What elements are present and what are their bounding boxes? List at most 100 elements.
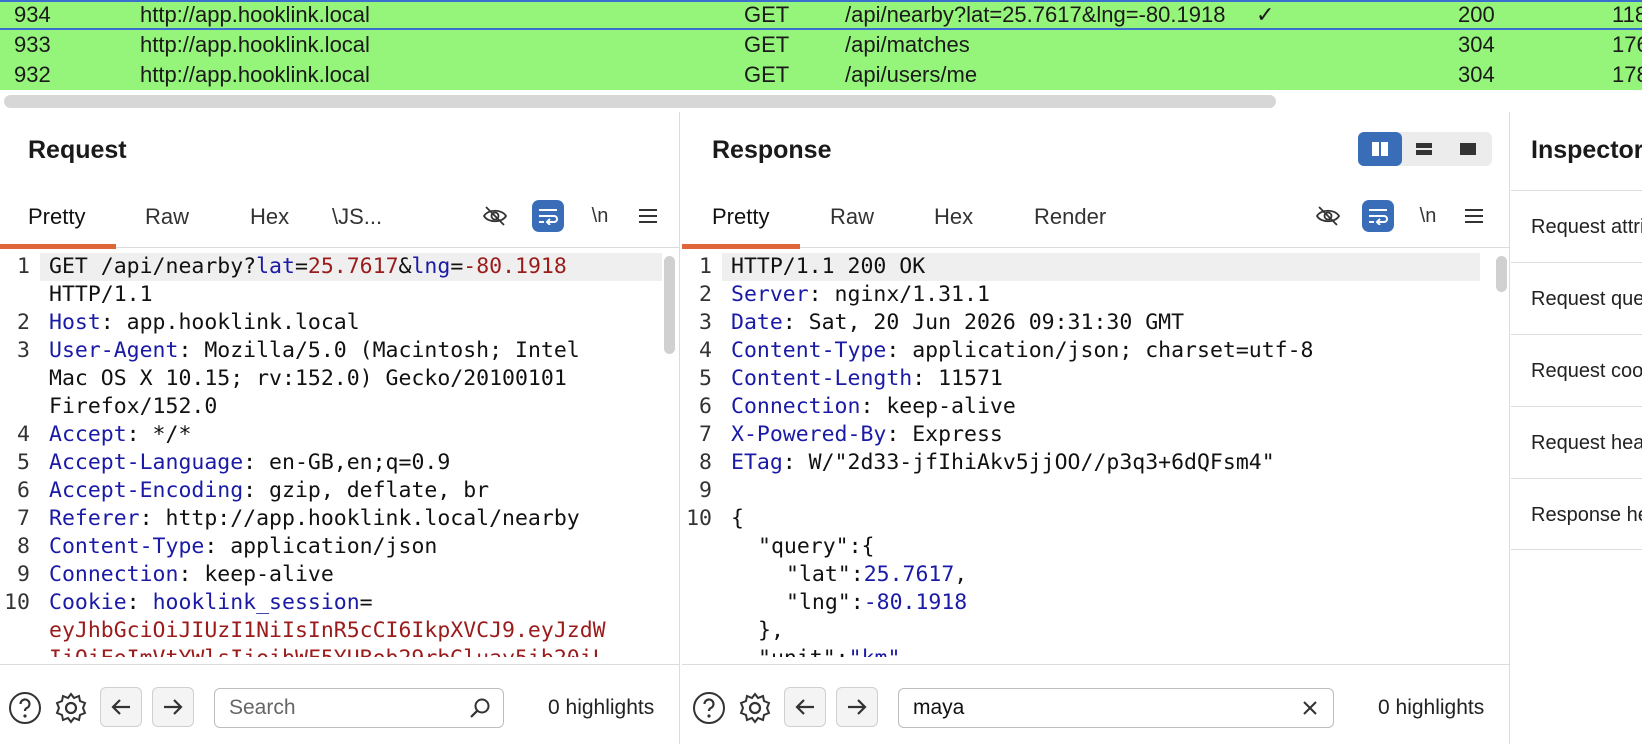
tab-raw[interactable]: Raw xyxy=(830,204,874,230)
highlights-count: 0 highlights xyxy=(548,696,655,719)
request-search-bar: 0 highlights xyxy=(0,664,679,744)
header-line: Server: nginx/1.31.1 xyxy=(731,282,990,307)
row-length: 176 xyxy=(1612,32,1642,57)
previous-match-button[interactable] xyxy=(100,687,142,727)
tab-pretty[interactable]: Pretty xyxy=(28,204,85,230)
header-line: Content-Length: 11571 xyxy=(731,366,1003,391)
row-length: 118 xyxy=(1612,2,1642,27)
json-line: }, xyxy=(758,618,784,643)
split-columns-icon[interactable] xyxy=(1358,132,1402,166)
highlights-count: 0 highlights xyxy=(1378,696,1485,719)
hide-nonprintable-icon[interactable] xyxy=(1312,200,1344,232)
request-line: GET /api/nearby?lat=25.7617&lng=-80.1918 xyxy=(49,254,567,279)
tab-raw[interactable]: Raw xyxy=(145,204,189,230)
menu-icon[interactable] xyxy=(1458,200,1490,232)
history-row-932[interactable]: 932 http://app.hooklink.local GET /api/u… xyxy=(0,60,1642,90)
newline-toggle[interactable]: \n xyxy=(584,200,616,232)
search-icon[interactable] xyxy=(469,697,491,719)
settings-gear-icon[interactable] xyxy=(54,691,88,725)
history-table: 934 http://app.hooklink.local GET /api/n… xyxy=(0,0,1642,112)
history-row-934[interactable]: 934 http://app.hooklink.local GET /api/n… xyxy=(0,0,1642,30)
request-title: Request xyxy=(28,136,127,164)
request-vertical-scrollbar[interactable] xyxy=(664,256,675,354)
header-line: X-Powered-By: Express xyxy=(731,422,1003,447)
next-match-button[interactable] xyxy=(152,687,194,727)
help-icon[interactable] xyxy=(692,691,726,725)
tab-render[interactable]: Render xyxy=(1034,204,1106,230)
response-title: Response xyxy=(712,136,832,164)
header-line: Accept-Language: en-GB,en;q=0.9 xyxy=(49,450,451,475)
line-number: 6 xyxy=(17,478,30,503)
response-search-bar: 0 highlights xyxy=(682,664,1509,744)
row-method: GET xyxy=(744,62,790,87)
response-vertical-scrollbar[interactable] xyxy=(1496,256,1507,292)
header-line-cont: Mac OS X 10.15; rv:152.0) Gecko/20100101 xyxy=(49,366,567,391)
word-wrap-icon[interactable] xyxy=(1362,200,1394,232)
line-number: 4 xyxy=(17,422,30,447)
layout-toggle xyxy=(1358,132,1492,166)
split-rows-icon[interactable] xyxy=(1402,132,1446,166)
header-line: Content-Type: application/json xyxy=(49,534,438,559)
single-pane-icon[interactable] xyxy=(1446,132,1490,166)
response-search-input[interactable] xyxy=(913,694,1283,722)
newline-toggle[interactable]: \n xyxy=(1412,200,1444,232)
row-number: 933 xyxy=(14,32,51,57)
header-line: ETag: W/"2d33-jfIhiAkv5jjOO//p3q3+6dQFsm… xyxy=(731,450,1275,475)
line-number: 2 xyxy=(699,282,712,307)
json-line: "lng":-80.1918 xyxy=(786,590,968,615)
response-tabbar: Pretty Raw Hex Render \n xyxy=(682,190,1509,249)
help-icon[interactable] xyxy=(8,691,42,725)
tab-jwt[interactable]: \JS... xyxy=(332,204,382,230)
horizontal-scrollbar[interactable] xyxy=(4,95,1276,108)
line-number: 7 xyxy=(17,506,30,531)
request-editor[interactable]: 1 2 3 4 5 6 7 8 9 10 GET /api/nearby?lat… xyxy=(0,249,664,657)
header-line: Host: app.hooklink.local xyxy=(49,310,360,335)
request-pane: Request Pretty Raw Hex \JS... \n 1 2 3 4… xyxy=(0,112,680,744)
word-wrap-icon[interactable] xyxy=(532,200,564,232)
status-line: HTTP/1.1 200 OK xyxy=(731,254,926,279)
row-method: GET xyxy=(744,2,790,27)
next-match-button[interactable] xyxy=(836,687,878,727)
json-line: "unit":"km" xyxy=(758,645,900,657)
row-status: 304 xyxy=(1458,62,1495,87)
response-pane: Response Pretty Raw Hex Render \n 1 2 3 … xyxy=(682,112,1510,744)
line-number: 8 xyxy=(17,534,30,559)
history-row-933[interactable]: 933 http://app.hooklink.local GET /api/m… xyxy=(0,30,1642,60)
response-search-field[interactable] xyxy=(898,688,1334,728)
previous-match-button[interactable] xyxy=(784,687,826,727)
row-host: http://app.hooklink.local xyxy=(140,2,370,27)
inspector-request-headers[interactable]: Request headers xyxy=(1511,406,1642,478)
header-line: Accept-Encoding: gzip, deflate, br xyxy=(49,478,490,503)
line-number: 4 xyxy=(699,338,712,363)
inspector-request-attributes[interactable]: Request attributes xyxy=(1511,190,1642,262)
header-line: Content-Type: application/json; charset=… xyxy=(731,338,1314,363)
inspector-request-cookies[interactable]: Request cookies xyxy=(1511,334,1642,406)
menu-icon[interactable] xyxy=(632,200,664,232)
request-search-input[interactable] xyxy=(229,694,459,722)
json-line: "query":{ xyxy=(758,534,875,559)
inspector-request-query-parameters[interactable]: Request query parameters xyxy=(1511,262,1642,334)
response-editor[interactable]: 1 2 3 4 5 6 7 8 9 10 HTTP/1.1 200 OK Ser… xyxy=(682,249,1492,657)
clear-icon[interactable] xyxy=(1299,697,1321,719)
line-number: 3 xyxy=(699,310,712,335)
request-search-field[interactable] xyxy=(214,688,504,728)
inspector-response-headers[interactable]: Response headers xyxy=(1511,478,1642,550)
tab-hex[interactable]: Hex xyxy=(250,204,289,230)
tab-pretty[interactable]: Pretty xyxy=(712,204,769,230)
check-icon: ✓ xyxy=(1256,2,1275,27)
header-line: Connection: keep-alive xyxy=(49,562,334,587)
line-number: 8 xyxy=(699,450,712,475)
line-number: 1 xyxy=(17,254,30,279)
tab-hex[interactable]: Hex xyxy=(934,204,973,230)
hide-nonprintable-icon[interactable] xyxy=(479,200,511,232)
header-line: Referer: http://app.hooklink.local/nearb… xyxy=(49,506,580,531)
row-status: 304 xyxy=(1458,32,1495,57)
header-line: User-Agent: Mozilla/5.0 (Macintosh; Inte… xyxy=(49,338,580,363)
row-host: http://app.hooklink.local xyxy=(140,32,370,57)
line-number: 6 xyxy=(699,394,712,419)
request-tabbar: Pretty Raw Hex \JS... \n xyxy=(0,190,679,249)
line-number: 9 xyxy=(17,562,30,587)
cookie-value: eyJhbGciOiJIUzI1NiIsInR5cCI6IkpXVCJ9.eyJ… xyxy=(49,618,606,643)
row-path: /api/users/me xyxy=(845,62,978,87)
settings-gear-icon[interactable] xyxy=(738,691,772,725)
